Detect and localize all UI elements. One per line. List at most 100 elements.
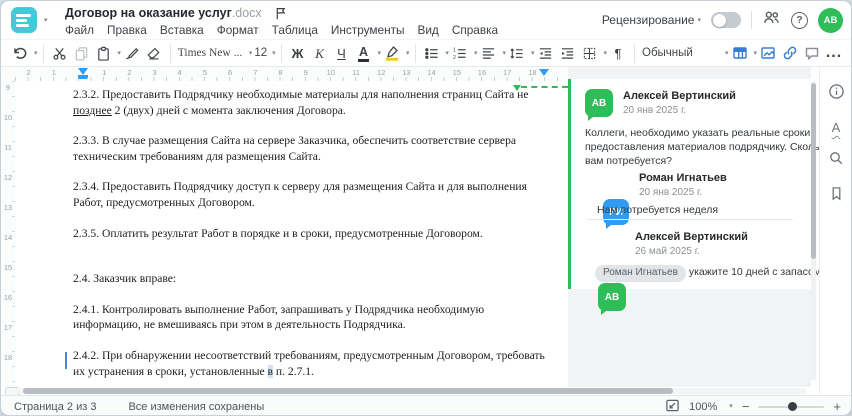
spellcheck-icon[interactable]: А: [832, 120, 841, 135]
ruler-number: 17: [502, 68, 512, 77]
highlight-color-button[interactable]: [381, 41, 403, 65]
paragraph-2-4-2: 2.4.2. При обнаружении несоответствий тр…: [73, 348, 545, 378]
font-size-chevron-icon[interactable]: ▾: [272, 50, 276, 57]
document-page[interactable]: 2.3.2. Предоставить Подрядчику необходим…: [15, 81, 568, 387]
copy-button[interactable]: [70, 41, 92, 65]
vertical-scrollbar[interactable]: [811, 81, 816, 381]
paragraph-marks-button[interactable]: ¶: [607, 41, 629, 65]
menu-item[interactable]: Инструменты: [331, 23, 405, 37]
style-chevron-icon[interactable]: ▾: [725, 50, 729, 57]
review-toggle[interactable]: [711, 12, 741, 28]
insert-table-button[interactable]: [729, 41, 751, 65]
zoom-in-button[interactable]: +: [833, 400, 841, 413]
ruler-number: 6: [228, 68, 233, 77]
mention-pill[interactable]: Роман Игнатьев: [595, 265, 686, 282]
increase-indent-button[interactable]: [556, 41, 578, 65]
info-icon[interactable]: [828, 83, 845, 105]
menu-item[interactable]: Таблица: [272, 23, 318, 37]
bullet-list-button[interactable]: [420, 41, 442, 65]
ruler-number: 3: [152, 68, 157, 77]
comment-thread[interactable]: АВ Алексей Вертинский 20 янв 2025 г. Кол…: [568, 79, 851, 315]
ruler-number: 18: [3, 353, 13, 362]
insert-comment-button[interactable]: [801, 41, 823, 65]
format-painter-button[interactable]: [121, 41, 143, 65]
menu-item[interactable]: Справка: [452, 23, 498, 37]
undo-history-chevron-icon[interactable]: ▾: [34, 50, 38, 57]
underline-button[interactable]: Ч: [331, 41, 353, 65]
indent-marker[interactable]: [78, 68, 88, 75]
app-menu-chevron-down-icon[interactable]: ▾: [44, 17, 48, 24]
zoom-chevron-icon[interactable]: ▾: [729, 403, 733, 410]
borders-button[interactable]: [578, 41, 600, 65]
ruler-number: 2: [26, 68, 31, 77]
comment-text: Роман Игнатьев укажите 10 дней с запасом: [595, 265, 821, 282]
undo-button[interactable]: [9, 41, 31, 65]
comments-panel: АВ Алексей Вертинский 20 янв 2025 г. Кол…: [568, 67, 851, 387]
insert-image-button[interactable]: [757, 41, 779, 65]
zoom-out-button[interactable]: −: [742, 400, 750, 413]
scrollbar-thumb[interactable]: [811, 83, 816, 259]
horizontal-scrollbar[interactable]: [15, 388, 807, 394]
zoom-slider-knob[interactable]: [788, 402, 798, 411]
comment-author: Алексей Вертинский: [623, 90, 736, 102]
bookmark-icon[interactable]: [829, 186, 844, 206]
header: ▾ Договор на оказание услуг .docx Файл Пра…: [1, 1, 851, 39]
right-indent-marker[interactable]: [539, 69, 549, 76]
ruler-number: 12: [3, 173, 13, 182]
page-indicator: Страница 2 из 3: [14, 400, 97, 413]
ruler-number: 7: [253, 68, 258, 77]
fit-width-icon[interactable]: [665, 398, 680, 416]
more-tools-button[interactable]: ...: [823, 41, 845, 65]
decrease-indent-button[interactable]: [534, 41, 556, 65]
menu-item[interactable]: Вставка: [160, 23, 204, 37]
indent-marker-base[interactable]: [78, 75, 88, 79]
menu-item[interactable]: Файл: [65, 23, 94, 37]
ruler-number: 15: [452, 68, 461, 77]
app-logo-icon[interactable]: [11, 7, 37, 33]
clear-style-eraser-button[interactable]: [143, 41, 165, 65]
paragraph-2-3-4: 2.3.4. Предоставить Подрядчику доступ к …: [73, 180, 527, 209]
scrollbar-thumb[interactable]: [23, 388, 673, 394]
bold-button[interactable]: Ж: [287, 41, 309, 65]
document-title: Договор на оказание услуг .docx: [65, 6, 287, 20]
ruler-number: 15: [3, 263, 13, 272]
ruler-number: 14: [3, 233, 13, 242]
font-family-select[interactable]: Times New ...: [176, 47, 246, 59]
font-size-select[interactable]: 12: [252, 47, 269, 59]
menu-item[interactable]: Вид: [417, 23, 438, 37]
text-cursor: [65, 352, 67, 369]
align-button[interactable]: [477, 41, 499, 65]
app-window: ▾ Договор на оказание услуг .docx Файл Пра…: [0, 0, 852, 416]
highlight-color-chevron-icon[interactable]: ▾: [406, 50, 410, 57]
paragraph-2-4: 2.4. Заказчик вправе:: [73, 272, 177, 286]
paragraph-2-3-2: 2.3.2. Предоставить Подрядчику необходим…: [73, 88, 529, 117]
font-color-button[interactable]: А: [357, 45, 370, 62]
menu-item[interactable]: Формат: [217, 23, 259, 37]
numbered-list-button[interactable]: 12: [449, 41, 471, 65]
insert-link-button[interactable]: [779, 41, 801, 65]
user-avatar[interactable]: АВ: [818, 7, 843, 33]
header-right: Рецензирование ▾ ? АВ: [602, 1, 843, 39]
paste-button[interactable]: [92, 41, 114, 65]
cut-button[interactable]: [48, 41, 70, 65]
zoom-slider[interactable]: [758, 402, 825, 411]
ruler-number: 10: [326, 68, 336, 77]
comment-avatar: АВ: [598, 283, 626, 315]
zoom-level-select[interactable]: 100%: [689, 401, 717, 413]
comment-author: Алексей Вертинский: [635, 231, 748, 243]
help-icon[interactable]: ?: [791, 11, 808, 29]
line-spacing-button[interactable]: [506, 41, 528, 65]
header-divider: [751, 11, 752, 29]
comment-date: 26 май 2025 г.: [635, 246, 700, 257]
ruler-number: 1: [102, 68, 107, 77]
collaboration-icon[interactable]: [762, 9, 781, 31]
paragraph-style-select[interactable]: Обычный: [640, 47, 722, 59]
review-mode-dropdown[interactable]: Рецензирование ▾: [602, 13, 701, 27]
comment-avatar: АВ: [585, 89, 613, 121]
ruler-number: 16: [477, 68, 487, 77]
menu-item[interactable]: Правка: [107, 23, 147, 37]
flag-icon[interactable]: [274, 6, 287, 20]
italic-button[interactable]: К: [309, 41, 331, 65]
paragraph-2-4-1: 2.4.1. Контролировать выполнение Работ, …: [73, 302, 485, 332]
search-icon[interactable]: [828, 150, 844, 171]
